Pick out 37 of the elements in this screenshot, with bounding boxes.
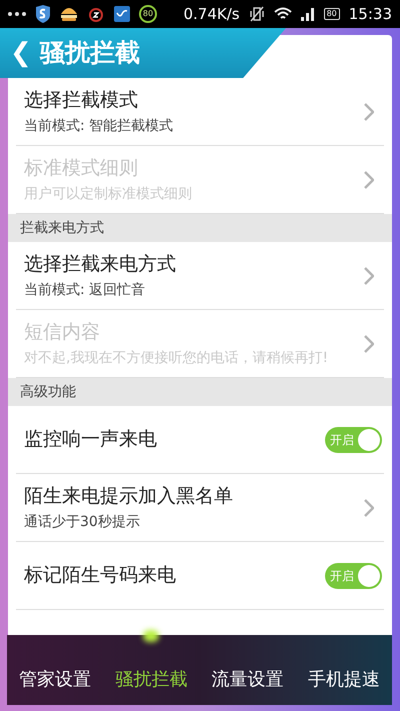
row-title: 标记陌生号码来电 [24,563,177,588]
row-subtitle: 当前模式: 返回忙音 [24,281,146,300]
chevron-right-icon [364,334,374,352]
settings-row[interactable]: 选择拦截模式 当前模式: 智能拦截模式 [16,78,384,146]
signal-icon [300,7,315,21]
section-header: 高级功能 [8,378,392,406]
row-title: 标准模式细则 [24,156,139,181]
more-icon [8,12,26,16]
row-subtitle: 当前模式: 智能拦截模式 [24,117,174,136]
row-subtitle: 通话少于30秒提示 [24,513,141,532]
shield-icon [35,5,51,23]
chevron-right-icon [364,102,374,120]
bottom-tab[interactable]: 管家设置 [19,666,92,692]
section-header: 拦截来电方式 [8,214,392,242]
bottom-tab[interactable]: 骚扰拦截 [115,666,188,692]
alarm-icon [87,6,105,22]
row-title: 短信内容 [24,320,101,345]
battery-icon: 80 [324,8,340,20]
burger-icon [60,6,78,22]
percent-badge: 80 [139,5,157,23]
chart-app-icon [114,6,130,22]
network-speed: 0.74K/s [183,4,240,25]
row-title: 陌生来电提示加入黑名单 [24,484,234,509]
page-title: 骚扰拦截 [40,37,140,70]
clock: 15:33 [348,4,392,25]
bottom-tab[interactable]: 手机提速 [308,666,380,692]
row-title: 选择拦截来电方式 [24,252,177,277]
bottom-tab[interactable]: 流量设置 [212,666,284,692]
settings-row[interactable]: 陌生来电提示加入黑名单 通话少于30秒提示 [16,474,384,542]
row-title: 选择拦截模式 [24,88,139,113]
chevron-right-icon [364,266,374,284]
chevron-right-icon [364,170,374,188]
wifi-icon [274,7,292,21]
chevron-right-icon [364,498,374,516]
settings-row[interactable]: 选择拦截来电方式 当前模式: 返回忙音 [16,242,384,310]
vibrate-off-icon [248,6,265,22]
row-title: 监控响一声来电 [24,427,158,452]
